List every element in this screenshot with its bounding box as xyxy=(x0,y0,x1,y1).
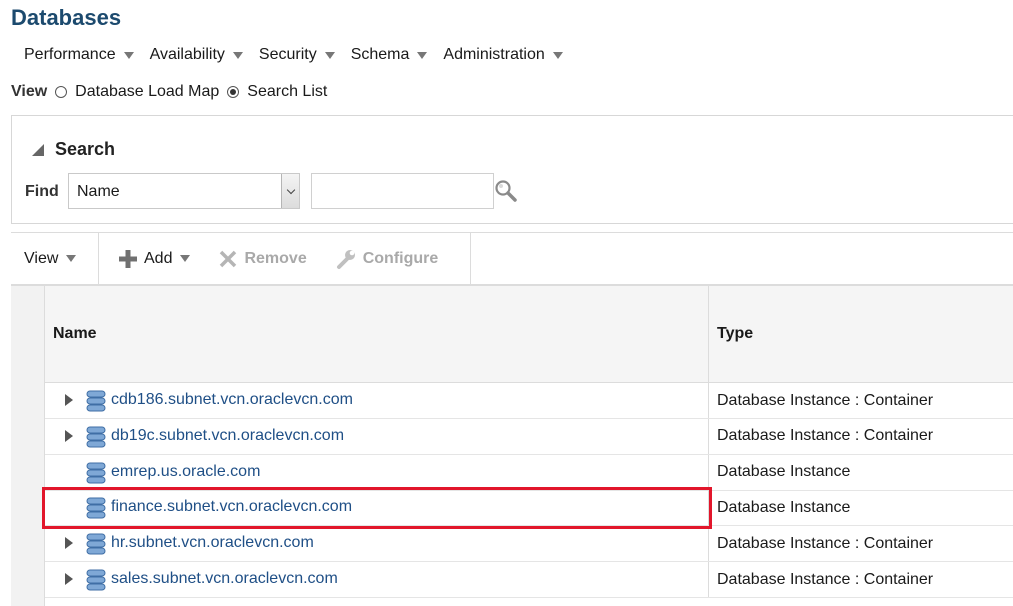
menu-performance[interactable]: Performance xyxy=(24,46,134,64)
configure-button[interactable]: Configure xyxy=(335,248,439,270)
dropdown-button[interactable] xyxy=(281,174,299,208)
database-link[interactable]: cdb186.subnet.vcn.oraclevcn.com xyxy=(111,391,353,409)
menu-schema[interactable]: Schema xyxy=(351,46,428,64)
radio-label: Database Load Map xyxy=(75,83,220,100)
view-mode-label: View xyxy=(11,83,48,100)
name-cell: hr.subnet.vcn.oraclevcn.com xyxy=(45,526,709,562)
view-mode-bar: View Database Load Map Search List xyxy=(11,82,335,102)
search-icon[interactable] xyxy=(493,179,519,203)
menu-administration[interactable]: Administration xyxy=(443,46,563,64)
table-row[interactable]: emrep.us.oracle.com Database Instance xyxy=(45,454,1013,491)
toolbar-view-group: View xyxy=(11,233,99,284)
table-row[interactable]: db19c.subnet.vcn.oraclevcn.com Database I… xyxy=(45,418,1013,455)
expand-triangle-icon[interactable] xyxy=(65,429,73,442)
search-panel: Search Find Name xyxy=(11,115,1013,224)
remove-x-icon xyxy=(220,250,237,267)
menu-availability[interactable]: Availability xyxy=(150,46,243,64)
find-field-value: Name xyxy=(77,183,120,200)
type-cell: Database Instance : Container xyxy=(717,534,934,552)
database-icon xyxy=(86,569,106,591)
chevron-down-icon xyxy=(286,185,295,194)
collapse-triangle-icon[interactable] xyxy=(32,143,44,156)
database-icon xyxy=(86,533,106,555)
database-link[interactable]: sales.subnet.vcn.oraclevcn.com xyxy=(111,570,338,588)
type-cell: Database Instance xyxy=(717,498,851,516)
caret-down-icon xyxy=(232,51,243,59)
name-cell: finance.subnet.vcn.oraclevcn.com xyxy=(45,490,709,526)
database-icon xyxy=(86,497,106,519)
table-row[interactable]: cdb186.subnet.vcn.oraclevcn.com Database … xyxy=(45,383,1013,419)
caret-down-icon xyxy=(552,51,563,59)
search-title: Search xyxy=(55,139,116,159)
name-cell: cdb186.subnet.vcn.oraclevcn.com xyxy=(45,383,709,418)
search-input[interactable] xyxy=(311,173,494,209)
column-header-label: Type xyxy=(717,325,754,342)
page-title: Databases xyxy=(11,5,122,30)
database-icon xyxy=(86,390,106,412)
caret-down-icon xyxy=(66,255,77,262)
database-link[interactable]: hr.subnet.vcn.oraclevcn.com xyxy=(111,534,314,552)
table-row[interactable]: hr.subnet.vcn.oraclevcn.com Database Inst… xyxy=(45,526,1013,563)
type-cell: Database Instance : Container xyxy=(717,570,934,588)
caret-down-icon xyxy=(417,51,428,59)
search-header[interactable]: Search xyxy=(32,139,115,160)
menu-label: Security xyxy=(258,46,317,63)
menu-bar: Performance Availability Security Schema… xyxy=(24,44,579,66)
name-cell: emrep.us.oracle.com xyxy=(45,454,709,490)
radio-label: Search List xyxy=(247,83,328,100)
caret-down-icon xyxy=(180,255,191,262)
radio-search-list[interactable]: Search List xyxy=(227,83,327,101)
table-row[interactable]: sales.subnet.vcn.oraclevcn.com Database I… xyxy=(45,562,1013,598)
menu-label: Schema xyxy=(350,46,410,63)
expand-triangle-icon[interactable] xyxy=(65,537,73,550)
radio-button-checked[interactable] xyxy=(227,86,240,98)
menu-label: Performance xyxy=(24,46,116,63)
database-icon xyxy=(86,462,106,484)
radio-button[interactable] xyxy=(55,86,68,98)
find-label: Find xyxy=(25,183,59,200)
row-header-column xyxy=(11,286,45,606)
type-cell: Database Instance xyxy=(717,463,851,481)
radio-database-load-map[interactable]: Database Load Map xyxy=(55,83,219,101)
view-menu-button[interactable]: View xyxy=(24,249,77,268)
menu-label: Availability xyxy=(149,46,225,63)
plus-icon xyxy=(119,249,137,268)
add-label: Add xyxy=(144,249,173,267)
view-menu-label: View xyxy=(24,249,59,267)
expand-triangle-icon[interactable] xyxy=(65,573,73,585)
database-link[interactable]: finance.subnet.vcn.oraclevcn.com xyxy=(111,498,352,516)
table-toolbar: View Add Remove Configure xyxy=(11,232,1013,285)
remove-label: Remove xyxy=(244,249,307,267)
name-cell: sales.subnet.vcn.oraclevcn.com xyxy=(45,562,709,597)
remove-button[interactable]: Remove xyxy=(218,249,307,269)
table-row[interactable]: finance.subnet.vcn.oraclevcn.com Database… xyxy=(45,490,1013,527)
column-header-label: Name xyxy=(53,325,97,342)
database-link[interactable]: db19c.subnet.vcn.oraclevcn.com xyxy=(111,427,344,445)
add-button[interactable]: Add xyxy=(118,249,191,269)
menu-label: Administration xyxy=(443,46,545,63)
database-table: Name Type cdb186.subnet.vcn.oraclevcn.co… xyxy=(11,285,1013,606)
database-link[interactable]: emrep.us.oracle.com xyxy=(111,463,260,481)
type-cell: Database Instance : Container xyxy=(717,427,934,445)
menu-security[interactable]: Security xyxy=(259,46,335,64)
database-icon xyxy=(86,426,106,448)
wrench-icon xyxy=(336,249,355,269)
expand-triangle-icon[interactable] xyxy=(65,394,73,406)
type-cell: Database Instance : Container xyxy=(717,391,934,409)
column-header-type[interactable]: Type xyxy=(709,286,1013,383)
caret-down-icon xyxy=(324,51,335,59)
toolbar-actions-group: Add Remove Configure xyxy=(99,233,471,284)
column-header-name[interactable]: Name xyxy=(45,286,709,383)
find-field-select[interactable]: Name xyxy=(68,173,300,209)
configure-label: Configure xyxy=(362,249,439,267)
name-cell: db19c.subnet.vcn.oraclevcn.com xyxy=(45,418,709,454)
caret-down-icon xyxy=(123,51,134,59)
